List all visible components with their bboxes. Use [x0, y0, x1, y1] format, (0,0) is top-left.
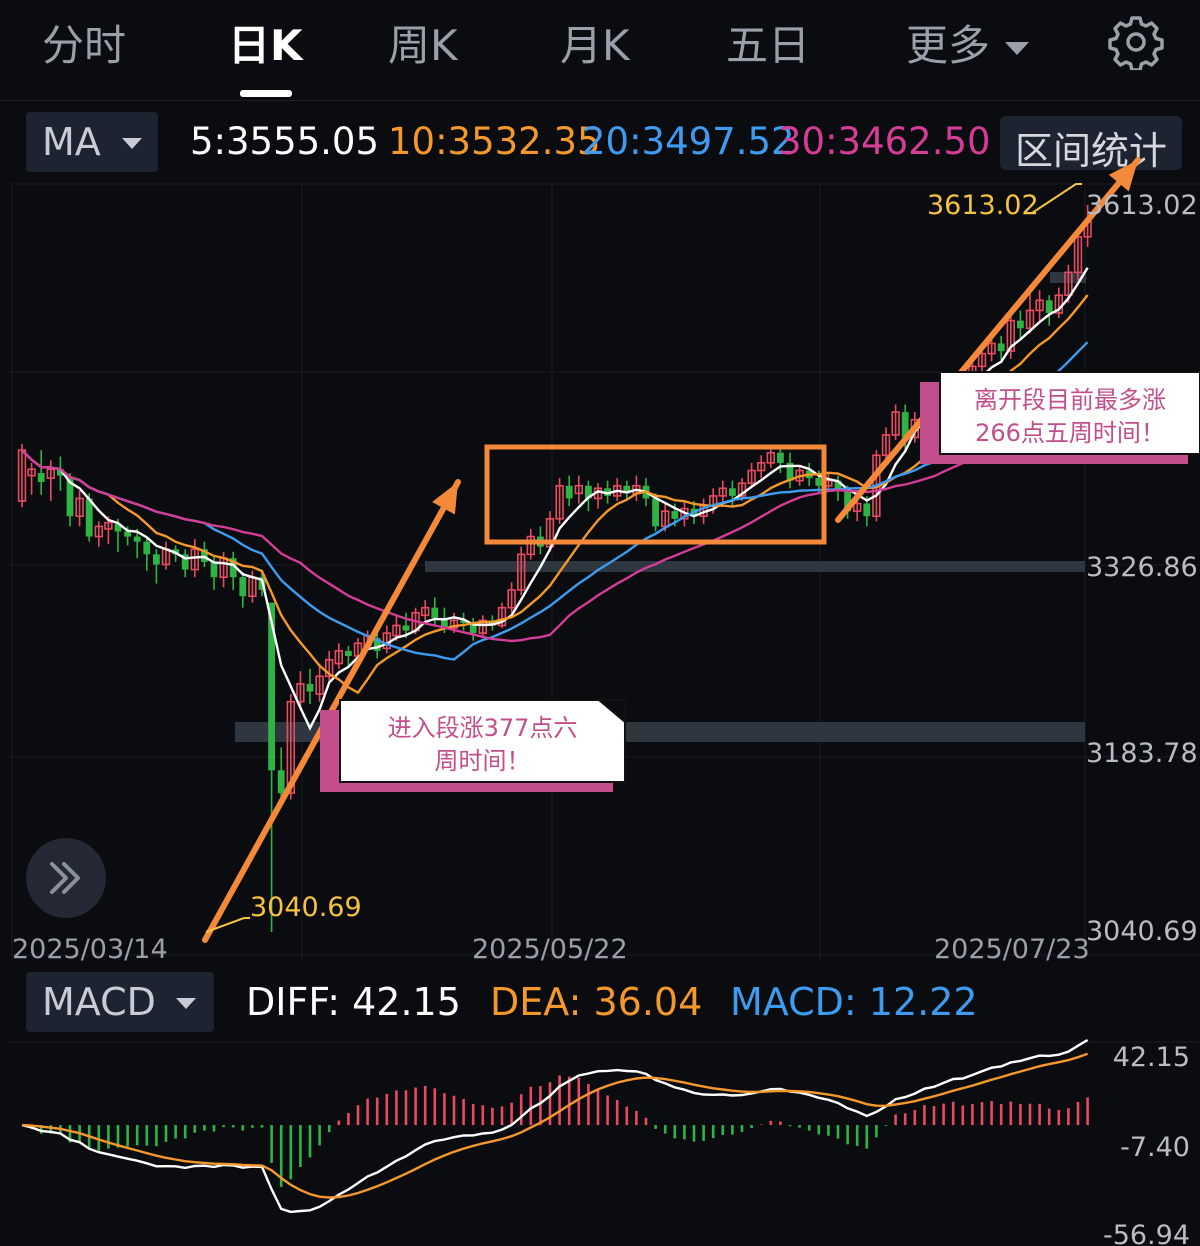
candle-body [277, 770, 285, 794]
candle-body [37, 473, 45, 482]
macd-tick-label: -7.40 [1120, 1132, 1190, 1163]
candle-body [306, 683, 314, 692]
kline-chart[interactable]: 进入段涨377点六周时间！ 离开段目前最多涨 266点五周时间！ 3613.02 304… [0, 0, 1200, 1246]
candle-body [210, 561, 218, 578]
ma-line-10 [21, 294, 1089, 695]
candle-body [997, 343, 1005, 352]
macd-tick-label: 42.15 [1113, 1042, 1190, 1073]
macd-tick-label: -56.94 [1103, 1220, 1190, 1246]
candle-body [85, 498, 93, 537]
exit-callout-line: 离开段目前最多涨 [974, 386, 1166, 414]
price-tick-label: 3326.86 [1086, 552, 1198, 583]
macd-dea-line [21, 1052, 1089, 1199]
candle-body [729, 488, 736, 496]
candle-body [777, 452, 784, 463]
low-price-label: 3040.69 [250, 892, 362, 923]
candle-body [124, 531, 131, 537]
candle-body [402, 625, 410, 631]
candle-body [143, 541, 151, 555]
date-tick-label: 2025/07/23 [934, 934, 1090, 965]
entry-callout-line: 周时间！ [435, 747, 531, 775]
candle-body [431, 607, 439, 618]
high-leader-line [1031, 183, 1082, 214]
macd-layer: 42.15 -7.40 -56.94 [10, 1038, 1200, 1246]
candle-body [863, 503, 871, 517]
ma-lines-layer [21, 267, 1089, 731]
candle-body [815, 478, 823, 486]
exit-callout-line: 266点五周时间！ [975, 419, 1165, 447]
candle-body [133, 536, 141, 542]
candle-body [345, 650, 352, 656]
date-tick-label: 2025/05/22 [472, 934, 628, 965]
entry-callout-line: 进入段涨377点六 [388, 714, 578, 742]
macd-diff-line [21, 1038, 1089, 1214]
price-tick-label: 3613.02 [1086, 190, 1198, 221]
high-price-label: 3613.02 [927, 190, 1039, 221]
candle-body [153, 554, 160, 565]
price-zones [235, 272, 1086, 742]
price-tick-label: 3183.78 [1086, 738, 1198, 769]
candle-body [671, 511, 679, 519]
candle-body [652, 498, 659, 527]
date-tick-label: 2025/03/14 [12, 934, 168, 965]
ma-line-5 [21, 267, 1089, 731]
candle-body [1017, 320, 1024, 329]
candle-body [1045, 300, 1053, 313]
price-tick-label: 3040.69 [1086, 916, 1198, 947]
candle-body [239, 577, 247, 597]
candle-body [565, 485, 573, 499]
